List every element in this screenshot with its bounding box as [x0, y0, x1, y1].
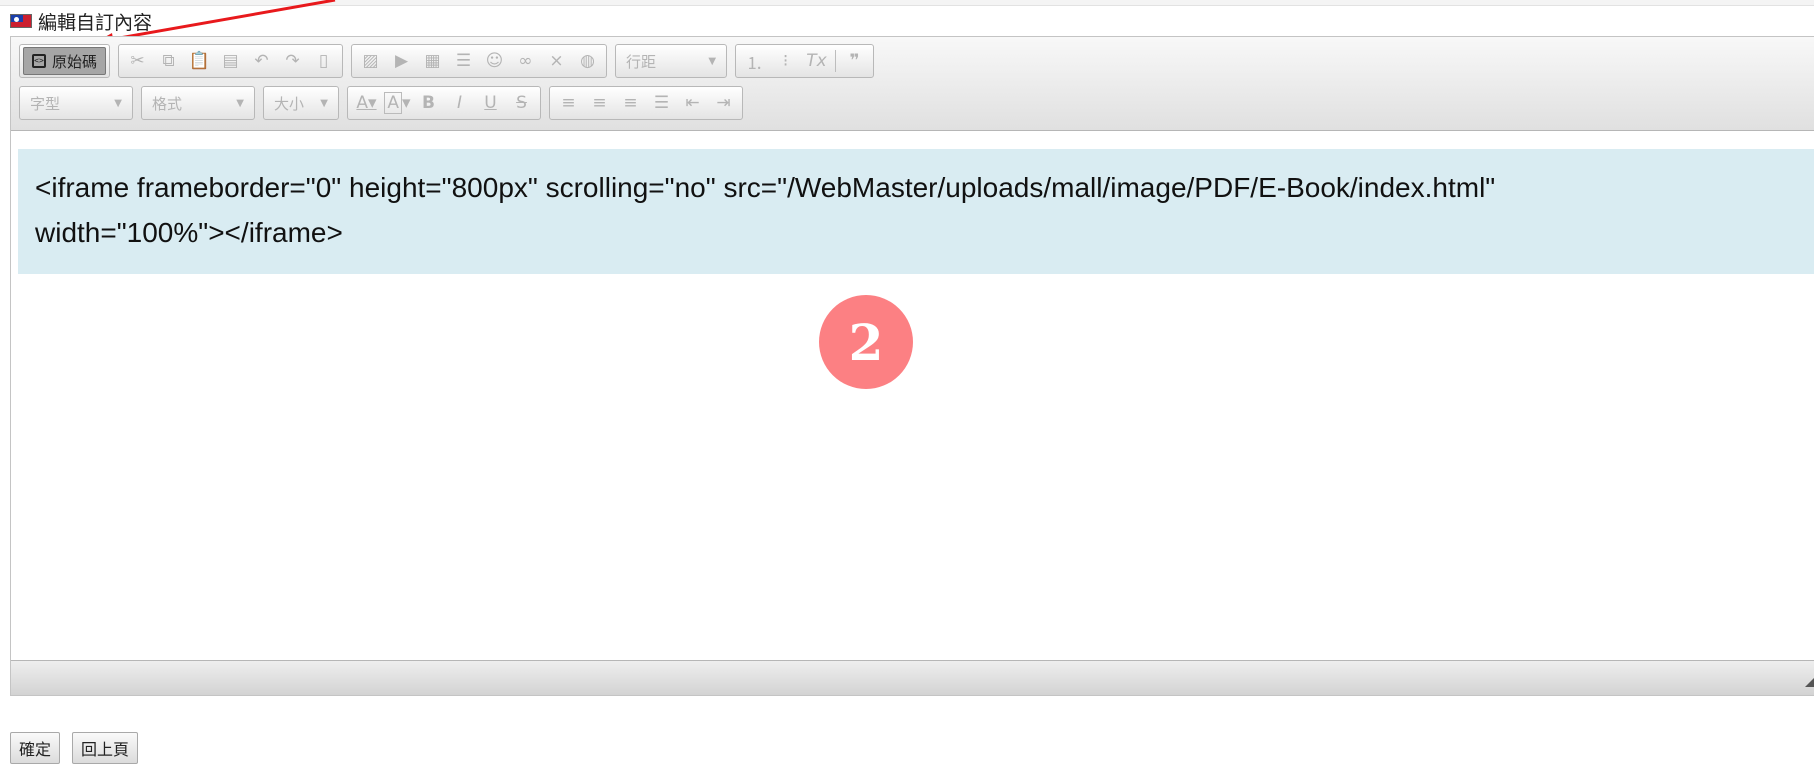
style-group: A ▾ A ▾ B I U S — [347, 86, 541, 120]
toolbar-row-2: 字型 ▼ 格式 ▼ 大小 ▼ A ▾ A ▾ B I U S ≡ ≡ ≡ ☰ ⇤… — [19, 84, 1814, 122]
size-placeholder: 大小 — [274, 94, 305, 113]
editor-toolbar: <> 原始碼 ✂ ⧉ 📋 ▤ ↶ ↷ ▯ ▨ ▶ ▦ ☰ ☺ ∞ ⨯ ◍ 行距 … — [11, 37, 1814, 131]
toolbar-row-1: <> 原始碼 ✂ ⧉ 📋 ▤ ↶ ↷ ▯ ▨ ▶ ▦ ☰ ☺ ∞ ⨯ ◍ 行距 … — [19, 42, 1814, 80]
resize-handle-icon[interactable] — [1805, 675, 1814, 687]
smiley-icon[interactable]: ☺ — [479, 47, 510, 75]
line-height-select[interactable]: 行距 ▼ — [615, 44, 728, 78]
insert-group: ▨ ▶ ▦ ☰ ☺ ∞ ⨯ ◍ — [351, 44, 608, 78]
source-group: <> 原始碼 — [19, 44, 111, 78]
top-border — [0, 0, 1814, 6]
template-icon[interactable]: ▯ — [308, 47, 339, 75]
format-placeholder: 格式 — [152, 94, 183, 113]
redo-icon[interactable]: ↷ — [277, 47, 308, 75]
align-left-icon[interactable]: ≡ — [553, 89, 584, 117]
align-justify-icon[interactable]: ☰ — [646, 89, 677, 117]
anchor-icon[interactable]: ◍ — [572, 47, 603, 75]
confirm-button[interactable]: 確定 — [10, 732, 61, 764]
bg-color-button[interactable]: A ▾ — [382, 89, 413, 117]
align-group: ≡ ≡ ≡ ☰ ⇤ ⇥ — [549, 86, 743, 120]
underline-button[interactable]: U — [475, 89, 506, 117]
code-block[interactable]: <iframe frameborder="0" height="800px" s… — [18, 149, 1814, 274]
chevron-down-icon: ▼ — [320, 97, 328, 109]
indent-icon[interactable]: ⇥ — [708, 89, 739, 117]
image-icon[interactable]: ▨ — [355, 47, 386, 75]
paste-icon[interactable]: 📋 — [184, 47, 215, 75]
font-placeholder: 字型 — [30, 94, 61, 113]
bulleted-list-icon[interactable]: ⁝ — [770, 47, 801, 75]
chevron-down-icon: ▼ — [236, 97, 244, 109]
paste-text-icon[interactable]: ▤ — [215, 47, 246, 75]
list-group: ⒈ ⁝ Tx ❞ — [735, 44, 875, 78]
page-header: 編輯自訂內容 — [10, 9, 153, 34]
line-height-placeholder: 行距 — [626, 52, 657, 71]
source-button[interactable]: <> 原始碼 — [23, 47, 107, 75]
undo-icon[interactable]: ↶ — [246, 47, 277, 75]
cut-icon[interactable]: ✂ — [122, 47, 153, 75]
step-marker: 2 — [819, 295, 913, 389]
text-color-icon: A — [356, 93, 369, 113]
code-line-1: <iframe frameborder="0" height="800px" s… — [35, 172, 1496, 203]
link-icon[interactable]: ∞ — [510, 47, 541, 75]
editor-statusbar — [11, 660, 1814, 695]
back-button[interactable]: 回上頁 — [72, 732, 139, 764]
size-select[interactable]: 大小 ▼ — [263, 86, 339, 120]
chevron-down-icon: ▼ — [114, 97, 122, 109]
font-select[interactable]: 字型 ▼ — [19, 86, 133, 120]
page-title: 編輯自訂內容 — [38, 11, 153, 34]
italic-button[interactable]: I — [444, 89, 475, 117]
horizontal-rule-icon[interactable]: ☰ — [448, 47, 479, 75]
table-icon[interactable]: ▦ — [417, 47, 448, 75]
clipboard-group: ✂ ⧉ 📋 ▤ ↶ ↷ ▯ — [118, 44, 344, 78]
toolbar-separator — [835, 50, 837, 72]
outdent-icon[interactable]: ⇤ — [677, 89, 708, 117]
bold-button[interactable]: B — [413, 89, 444, 117]
strikethrough-button[interactable]: S — [506, 89, 537, 117]
source-label: 原始碼 — [52, 52, 98, 71]
blockquote-icon[interactable]: ❞ — [839, 47, 870, 75]
editor-content-area[interactable]: <iframe frameborder="0" height="800px" s… — [11, 131, 1814, 660]
unlink-icon[interactable]: ⨯ — [541, 47, 572, 75]
code-line-2: width="100%"></iframe> — [35, 217, 343, 248]
taiwan-flag-icon — [10, 14, 32, 28]
chevron-down-icon: ▼ — [708, 55, 717, 67]
align-right-icon[interactable]: ≡ — [615, 89, 646, 117]
align-center-icon[interactable]: ≡ — [584, 89, 615, 117]
numbered-list-icon[interactable]: ⒈ — [739, 47, 770, 75]
remove-format-icon[interactable]: Tx — [801, 47, 832, 75]
text-color-button[interactable]: A ▾ — [351, 89, 382, 117]
bg-color-icon: A — [384, 92, 403, 114]
form-actions: 確定 回上頁 — [10, 732, 150, 764]
source-icon: <> — [32, 54, 46, 68]
format-select[interactable]: 格式 ▼ — [141, 86, 255, 120]
video-icon[interactable]: ▶ — [386, 47, 417, 75]
rich-text-editor: <> 原始碼 ✂ ⧉ 📋 ▤ ↶ ↷ ▯ ▨ ▶ ▦ ☰ ☺ ∞ ⨯ ◍ 行距 … — [10, 36, 1814, 696]
copy-icon[interactable]: ⧉ — [153, 47, 184, 75]
